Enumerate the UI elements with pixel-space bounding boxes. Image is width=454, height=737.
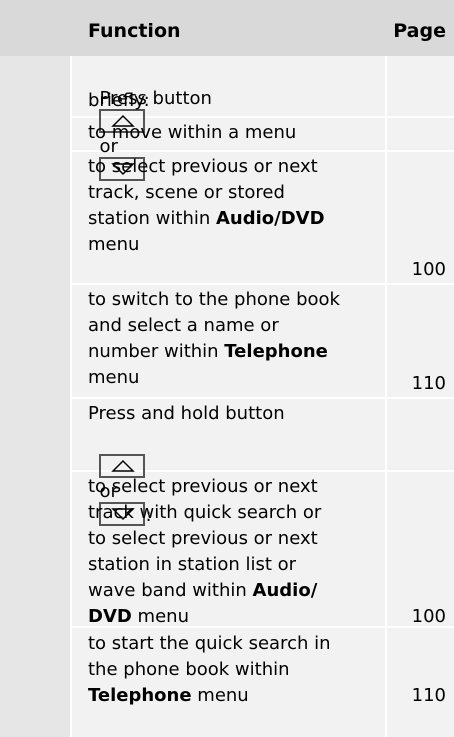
header-function: Function [88, 20, 181, 42]
header-icon-column [0, 0, 70, 56]
page-number: 100 [411, 606, 446, 627]
header-page: Page [393, 20, 446, 42]
row-text: wave band within [88, 580, 253, 601]
row-text: menu [131, 606, 189, 627]
row-text: number within [88, 341, 225, 362]
row-text: wave band within Audio/ [88, 579, 378, 603]
row-text: Press and hold button [88, 403, 285, 424]
row-text: menu [88, 234, 140, 255]
page-number: 100 [411, 259, 446, 280]
row-text: Telephone menu [88, 684, 378, 708]
row-text: to select previous or next [88, 476, 318, 497]
row-text: track with quick search or [88, 502, 322, 523]
row-separator [70, 397, 454, 399]
menu-name: Audio/ [252, 580, 318, 601]
row-text: track, scene or stored [88, 182, 285, 203]
row-text: DVD menu [88, 605, 378, 629]
page-number: 110 [411, 373, 446, 394]
row-text: station within [88, 208, 216, 229]
row-text: menu [88, 367, 140, 388]
row-text: to start the quick search in [88, 633, 331, 654]
menu-name: DVD [88, 606, 132, 627]
row-text: to switch to the phone book [88, 289, 340, 310]
row-text: number within Telephone [88, 340, 378, 364]
menu-name: Telephone [88, 685, 192, 706]
page-number: 110 [411, 685, 446, 706]
row-text: to move within a menu [88, 122, 297, 143]
menu-name: Telephone [224, 341, 328, 362]
row-separator [70, 283, 454, 285]
row-text: and select a name or [88, 315, 279, 336]
row-text: menu [191, 685, 249, 706]
row-text: to select previous or next [88, 156, 318, 177]
row-text: the phone book within [88, 659, 290, 680]
left-column [0, 56, 70, 737]
menu-name: Audio/DVD [216, 208, 325, 229]
row-text: briefly: [88, 90, 150, 111]
row-text: station in station list or [88, 554, 297, 575]
row-text: station within Audio/DVD [88, 207, 378, 231]
row-text: to select previous or next [88, 528, 318, 549]
